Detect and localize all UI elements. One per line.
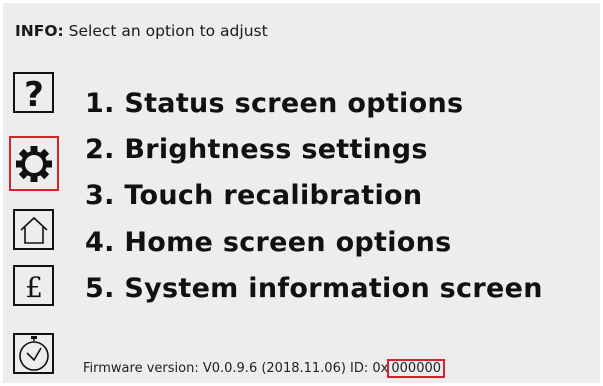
- settings-screen: INFO: Select an option to adjust ? £ 1. …: [3, 3, 600, 383]
- gear-icon[interactable]: [13, 143, 54, 184]
- home-icon[interactable]: [13, 209, 54, 250]
- firmware-id: 000000: [387, 359, 446, 378]
- svg-text:?: ?: [24, 76, 44, 110]
- info-bar: INFO: Select an option to adjust: [15, 22, 268, 40]
- clock-icon[interactable]: [13, 333, 54, 374]
- info-label: INFO:: [15, 22, 64, 40]
- help-icon[interactable]: ?: [13, 72, 54, 113]
- pound-icon[interactable]: £: [13, 265, 54, 306]
- menu-item-brightness[interactable]: 2. Brightness settings: [85, 134, 428, 165]
- menu-item-touch-recalibration[interactable]: 3. Touch recalibration: [85, 180, 422, 211]
- menu-item-system-information[interactable]: 5. System information screen: [85, 273, 543, 304]
- info-message: Select an option to adjust: [68, 22, 268, 40]
- firmware-info: Firmware version: V0.0.9.6 (2018.11.06) …: [83, 359, 446, 378]
- menu-item-home-screen[interactable]: 4. Home screen options: [85, 227, 452, 258]
- menu-item-status-screen[interactable]: 1. Status screen options: [85, 88, 463, 119]
- svg-text:£: £: [25, 271, 43, 303]
- firmware-version-text: Firmware version: V0.0.9.6 (2018.11.06) …: [83, 361, 389, 376]
